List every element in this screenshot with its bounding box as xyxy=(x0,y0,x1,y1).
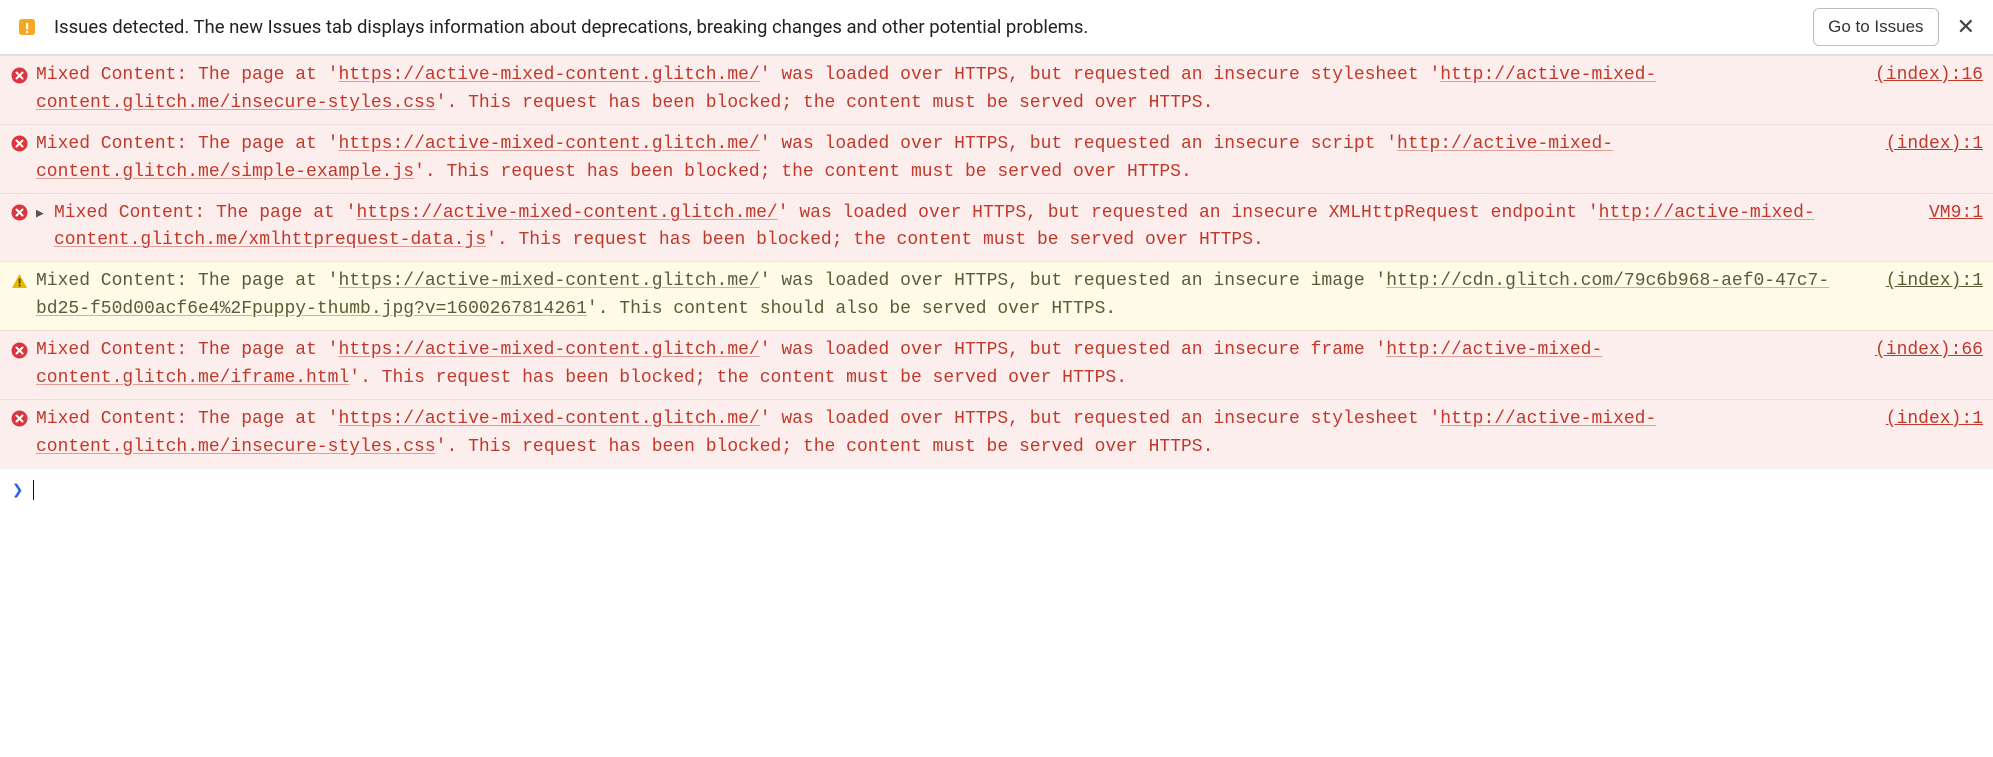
console-message: Mixed Content: The page at 'https://acti… xyxy=(0,124,1993,193)
issues-banner-text: Issues detected. The new Issues tab disp… xyxy=(54,16,1799,38)
console-message: Mixed Content: The page at 'https://acti… xyxy=(0,261,1993,330)
console-message-text: Mixed Content: The page at 'https://acti… xyxy=(36,406,1854,462)
source-link[interactable]: (index):1 xyxy=(1886,268,1983,296)
url-link[interactable]: https://active-mixed-content.glitch.me/ xyxy=(338,340,759,360)
console-log: Mixed Content: The page at 'https://acti… xyxy=(0,55,1993,468)
console-message-text: Mixed Content: The page at 'https://acti… xyxy=(36,268,1854,324)
url-link[interactable]: https://active-mixed-content.glitch.me/ xyxy=(338,134,759,154)
source-link[interactable]: (index):1 xyxy=(1886,406,1983,434)
url-link[interactable]: https://active-mixed-content.glitch.me/ xyxy=(356,203,777,223)
console-message-text: Mixed Content: The page at 'https://acti… xyxy=(36,62,1843,118)
issues-banner: Issues detected. The new Issues tab disp… xyxy=(0,0,1993,55)
console-message-text: Mixed Content: The page at 'https://acti… xyxy=(36,337,1843,393)
console-message: ▶ Mixed Content: The page at 'https://act… xyxy=(0,193,1993,262)
prompt-chevron-icon: ❯ xyxy=(12,479,23,501)
error-icon xyxy=(10,410,28,428)
prompt-cursor xyxy=(33,480,34,500)
source-link[interactable]: VM9:1 xyxy=(1929,200,1983,228)
console-message-text: Mixed Content: The page at 'https://acti… xyxy=(36,131,1854,187)
url-link[interactable]: https://active-mixed-content.glitch.me/ xyxy=(338,409,759,429)
error-icon xyxy=(10,341,28,359)
error-icon xyxy=(10,135,28,153)
console-prompt[interactable]: ❯ xyxy=(0,468,1993,511)
error-icon xyxy=(10,204,28,222)
issues-banner-icon xyxy=(14,14,40,40)
url-link[interactable]: https://active-mixed-content.glitch.me/ xyxy=(338,65,759,85)
console-message-text: Mixed Content: The page at 'https://acti… xyxy=(54,200,1897,256)
warning-icon xyxy=(10,272,28,290)
go-to-issues-button[interactable]: Go to Issues xyxy=(1813,8,1938,46)
console-message: Mixed Content: The page at 'https://acti… xyxy=(0,399,1993,468)
url-link[interactable]: https://active-mixed-content.glitch.me/ xyxy=(338,271,759,291)
error-icon xyxy=(10,66,28,84)
console-message: Mixed Content: The page at 'https://acti… xyxy=(0,55,1993,124)
source-link[interactable]: (index):66 xyxy=(1875,337,1983,365)
source-link[interactable]: (index):1 xyxy=(1886,131,1983,159)
console-message: Mixed Content: The page at 'https://acti… xyxy=(0,330,1993,399)
source-link[interactable]: (index):16 xyxy=(1875,62,1983,90)
expand-caret-icon[interactable]: ▶ xyxy=(36,204,46,224)
close-icon[interactable]: ✕ xyxy=(1953,14,1979,40)
